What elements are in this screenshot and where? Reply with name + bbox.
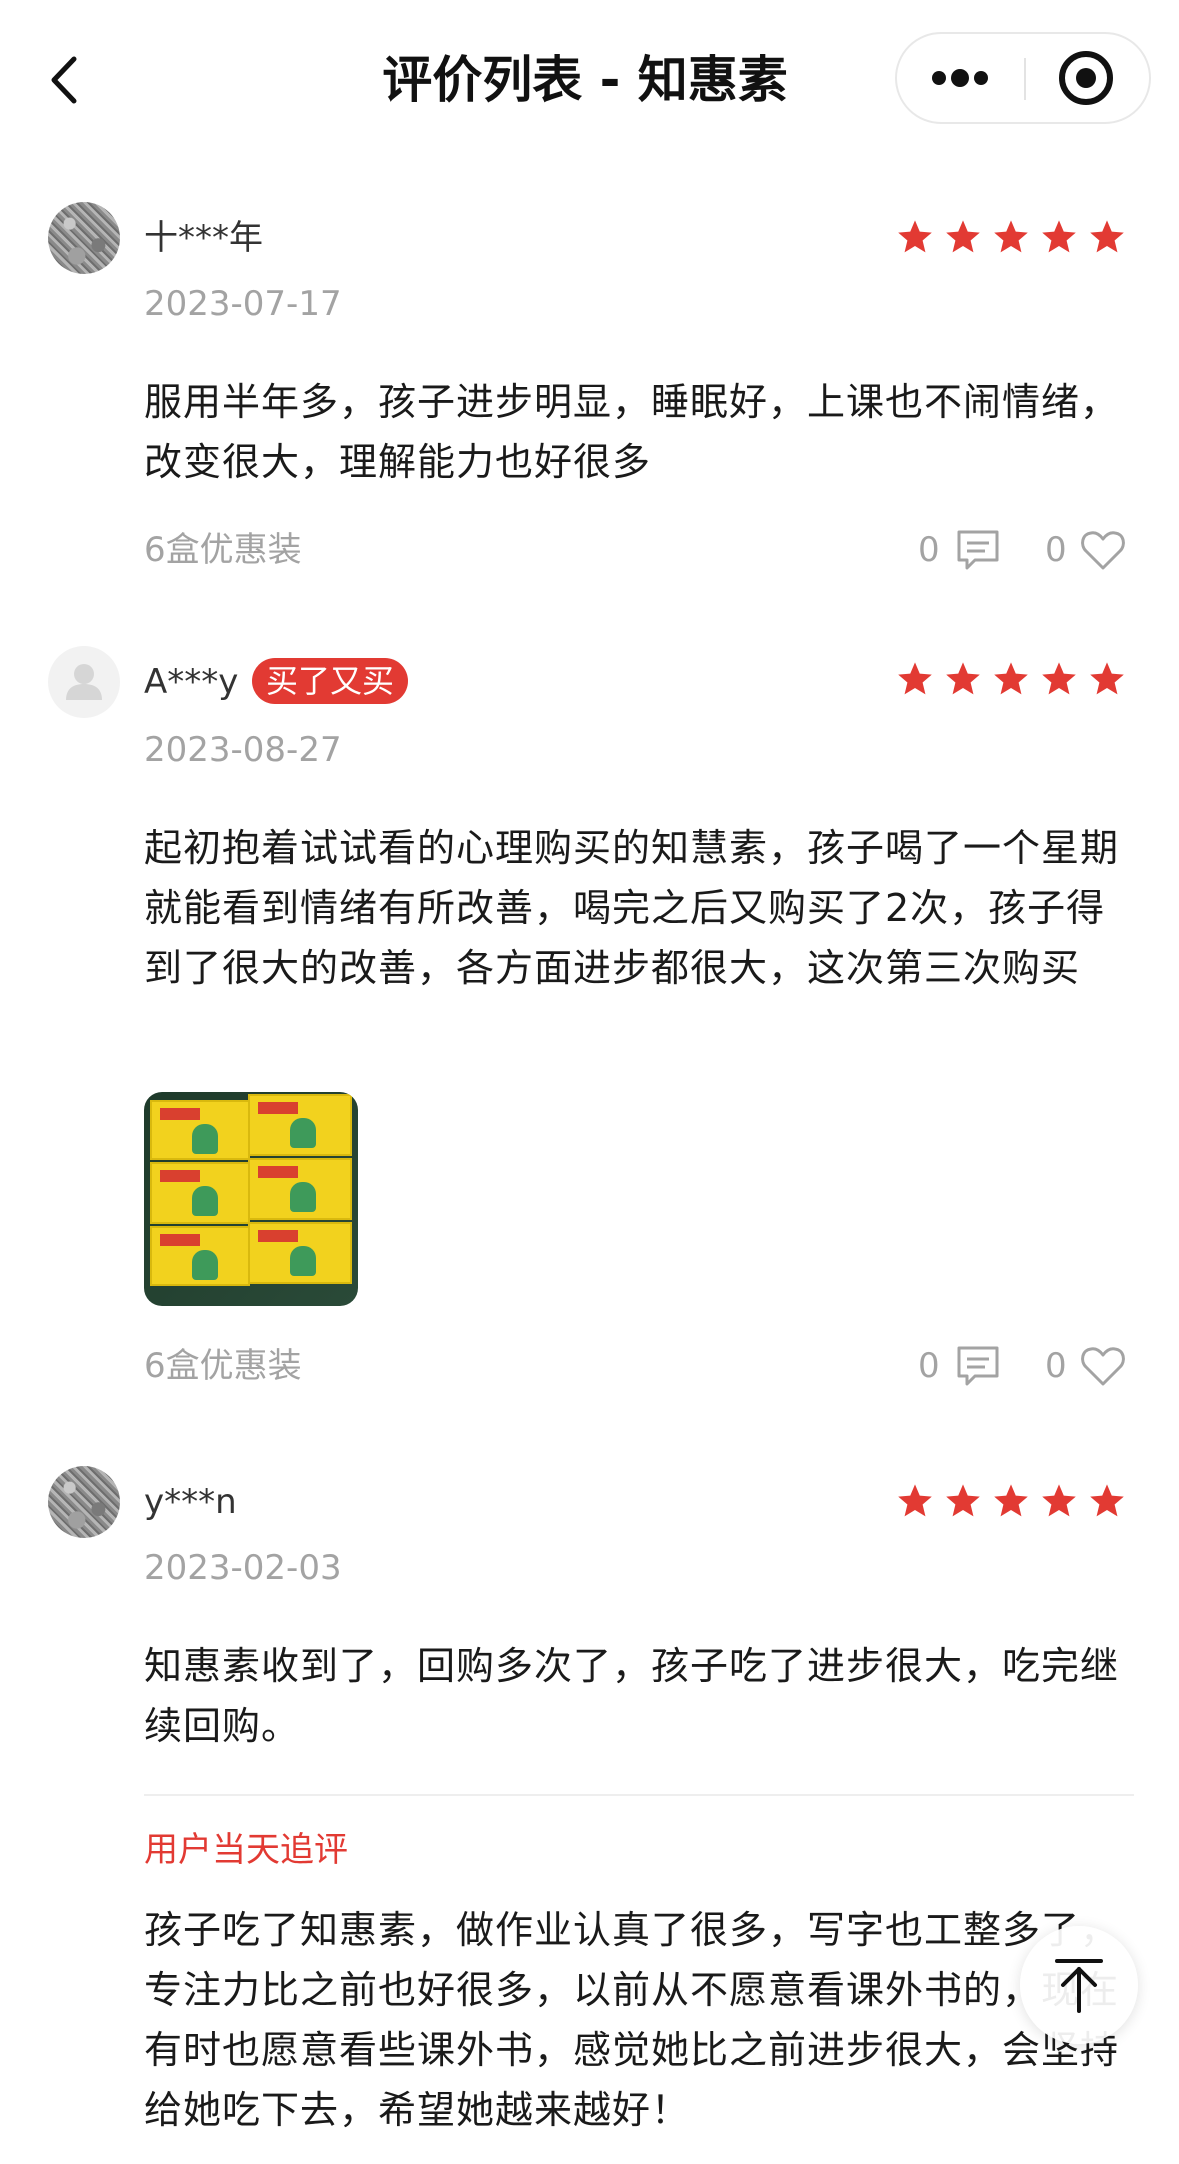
review-list-page: 评价列表 - 知惠素 十***年 2023-07-17 服用半年多，孩子进步明显…	[0, 0, 1179, 2164]
repurchase-badge: 买了又买	[252, 658, 409, 704]
avatar[interactable]	[48, 1466, 120, 1538]
product-spec: 6盒优惠装	[144, 530, 302, 570]
review-content: 知惠素收到了，回购多次了，孩子吃了进步很大，吃完继续回购。	[144, 1644, 1120, 1748]
avatar[interactable]	[48, 646, 120, 718]
star-icon	[1090, 662, 1124, 695]
star-icon	[946, 662, 980, 695]
chevron-left-icon	[51, 56, 77, 104]
like-count: 0	[1045, 530, 1067, 570]
star-icon	[946, 220, 980, 253]
star-icon	[994, 662, 1028, 695]
star-icon	[1090, 1484, 1124, 1517]
product-box	[150, 1100, 250, 1160]
heart-icon[interactable]	[1080, 528, 1126, 572]
comment-icon[interactable]	[955, 528, 1001, 572]
rating-stars	[896, 1482, 1126, 1522]
heart-icon[interactable]	[1080, 1344, 1126, 1388]
product-spec: 6盒优惠装	[144, 1346, 302, 1386]
product-box	[248, 1222, 352, 1284]
person-icon	[66, 664, 102, 700]
like-count: 0	[1045, 1346, 1067, 1386]
back-button[interactable]	[40, 45, 90, 115]
target-circle-icon	[1059, 51, 1113, 105]
scroll-to-top-button[interactable]	[1020, 1926, 1138, 2044]
page-title: 评价列表 - 知惠素	[382, 51, 788, 109]
star-icon	[898, 1484, 932, 1517]
followup-content: 孩子吃了知惠素，做作业认真了很多，写字也工整多了，专注力比之前也好很多，以前从不…	[144, 1908, 1120, 2132]
review-date: 2023-07-17	[144, 284, 342, 324]
star-icon	[1042, 220, 1076, 253]
followup-label: 用户当天追评	[144, 1830, 348, 1870]
star-icon	[946, 1484, 980, 1517]
star-icon	[994, 220, 1028, 253]
mini-program-capsule	[895, 32, 1151, 124]
rating-stars	[896, 660, 1126, 700]
avatar[interactable]	[48, 202, 120, 274]
username: y***n	[144, 1482, 237, 1522]
comment-icon[interactable]	[955, 1344, 1001, 1388]
review-date: 2023-08-27	[144, 730, 342, 770]
nav-bar: 评价列表 - 知惠素	[0, 0, 1179, 160]
star-icon	[898, 662, 932, 695]
star-icon	[994, 1484, 1028, 1517]
review-date: 2023-02-03	[144, 1548, 342, 1588]
product-box	[248, 1094, 352, 1156]
product-box	[248, 1158, 352, 1220]
star-icon	[1042, 662, 1076, 695]
comment-count: 0	[918, 1346, 940, 1386]
more-dots-icon	[932, 69, 988, 87]
review-photo[interactable]	[144, 1092, 358, 1306]
review-actions: 0 0	[900, 1341, 1130, 1391]
product-box	[150, 1226, 250, 1286]
rating-stars	[896, 218, 1126, 258]
review-actions: 0 0	[900, 525, 1130, 575]
close-mini-program-button[interactable]	[1026, 34, 1151, 122]
product-box	[150, 1162, 250, 1224]
username: 十***年	[144, 218, 263, 258]
arrow-up-icon	[1055, 1959, 1103, 2013]
more-button[interactable]	[897, 34, 1024, 122]
comment-count: 0	[918, 530, 940, 570]
star-icon	[1090, 220, 1124, 253]
username: A***y	[144, 662, 239, 702]
review-content: 起初抱着试试看的心理购买的知慧素，孩子喝了一个星期就能看到情绪有所改善，喝完之后…	[144, 826, 1120, 990]
followup-divider	[144, 1794, 1134, 1796]
star-icon	[1042, 1484, 1076, 1517]
review-content: 服用半年多，孩子进步明显，睡眠好，上课也不闹情绪，改变很大，理解能力也好很多	[144, 380, 1120, 484]
star-icon	[898, 220, 932, 253]
